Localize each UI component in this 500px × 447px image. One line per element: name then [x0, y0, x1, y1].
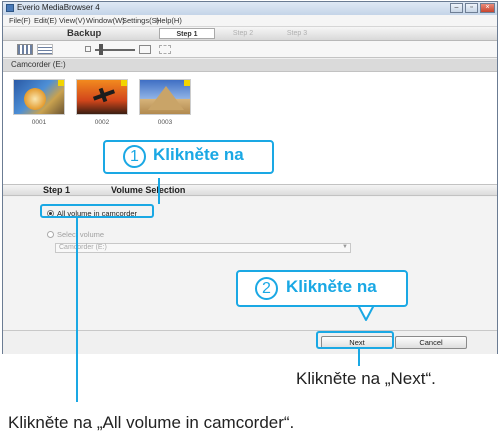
chevron-down-icon: ▼ — [342, 244, 348, 250]
grid-view-icon[interactable] — [17, 44, 33, 55]
device-header: Camcorder (E:) — [3, 59, 497, 72]
device-label: Camcorder (E:) — [11, 60, 66, 69]
new-flag-icon — [121, 80, 127, 86]
thumbnail-number: 0003 — [157, 119, 173, 126]
thumbnail-3[interactable] — [139, 79, 191, 115]
thumbnail-number: 0001 — [31, 119, 47, 126]
menu-settings[interactable]: Settings(S) — [122, 16, 159, 25]
step-number: Step 1 — [43, 185, 71, 195]
maximize-button[interactable]: ▫ — [465, 3, 478, 13]
list-view-icon[interactable] — [37, 44, 53, 55]
thumbnail-number: 0002 — [94, 119, 110, 126]
flower-image — [24, 88, 46, 110]
dropdown-value: Camcorder (E:) — [59, 244, 107, 251]
action-bar: Next Cancel — [3, 330, 497, 354]
callout-text: Klikněte na — [153, 145, 244, 164]
window-title: Everio MediaBrowser 4 — [17, 3, 100, 12]
mode-label: Backup — [67, 28, 102, 39]
zoom-in-icon — [139, 45, 151, 54]
new-flag-icon — [184, 80, 190, 86]
step-number-badge: 2 — [255, 277, 278, 300]
menu-file[interactable]: File(F) — [9, 16, 31, 25]
menu-view[interactable]: View(V) — [59, 16, 85, 25]
annotation-all-volume: Klikněte na „All volume in camcorder“. — [8, 413, 295, 432]
cancel-button[interactable]: Cancel — [395, 336, 467, 349]
zoom-out-icon — [85, 46, 91, 52]
tab-step-3: Step 3 — [286, 30, 308, 37]
pyramid-image — [148, 86, 184, 110]
callout-1: 1 Klikněte na — [103, 140, 274, 174]
volume-dropdown[interactable]: Camcorder (E:) ▼ — [55, 243, 351, 253]
tab-step-2: Step 2 — [232, 30, 254, 37]
rotate-icon — [159, 45, 171, 54]
step-bar: Backup Step 1 Step 2 Step 3 — [3, 27, 497, 41]
annotation-next: Klikněte na „Next“. — [296, 369, 436, 388]
step-header: Step 1 Volume Selection — [3, 184, 497, 196]
view-toolbar — [3, 41, 497, 58]
title-bar: Everio MediaBrowser 4 – ▫ × — [3, 2, 497, 15]
menu-help[interactable]: Help(H) — [156, 16, 182, 25]
callout-text: Klikněte na — [286, 277, 377, 296]
thumbnail-2[interactable] — [76, 79, 128, 115]
select-volume-label[interactable]: Select volume — [57, 230, 104, 239]
tab-step-1: Step 1 — [159, 28, 215, 39]
zoom-slider-thumb[interactable] — [99, 44, 103, 55]
step-title: Volume Selection — [111, 185, 186, 195]
step-number-badge: 1 — [123, 145, 146, 168]
menu-edit[interactable]: Edit(E) — [34, 16, 57, 25]
next-highlight — [316, 331, 394, 349]
menu-window[interactable]: Window(W) — [86, 16, 125, 25]
callout-2: 2 Klikněte na — [236, 270, 408, 307]
thumbnail-1[interactable] — [13, 79, 65, 115]
close-button[interactable]: × — [480, 3, 495, 13]
app-icon — [6, 4, 14, 12]
select-volume-radio[interactable] — [47, 231, 54, 238]
all-volume-highlight — [40, 204, 154, 218]
new-flag-icon — [58, 80, 64, 86]
minimize-button[interactable]: – — [450, 3, 463, 13]
menu-bar: File(F) Edit(E) View(V) Window(W) Settin… — [3, 15, 497, 27]
